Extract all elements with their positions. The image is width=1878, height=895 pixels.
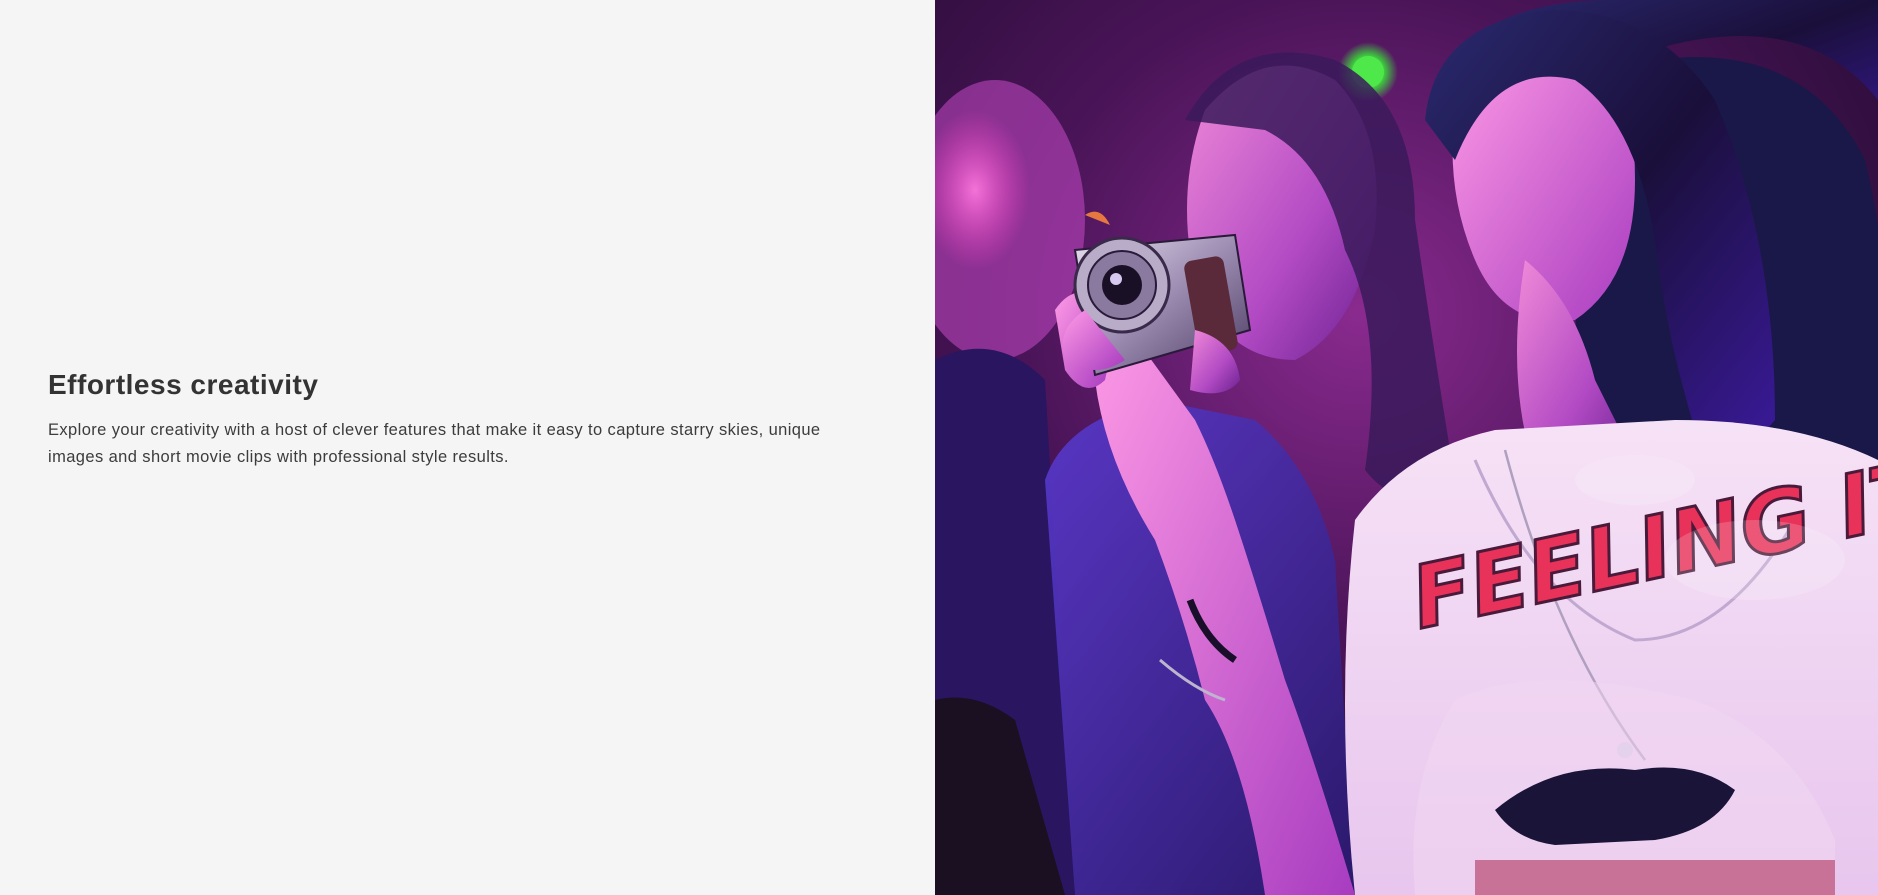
feature-description: Explore your creativity with a host of c… — [48, 421, 821, 466]
feature-text-panel: Effortless creativity Explore your creat… — [0, 0, 935, 895]
feature-title: Effortless creativity — [48, 369, 319, 400]
feature-section: Effortless creativity Explore your creat… — [0, 0, 1878, 895]
feature-photo: FEELING IT — [935, 0, 1878, 895]
feature-text-block: Effortless creativity Explore your creat… — [48, 367, 878, 471]
concert-photo-illustration: FEELING IT — [935, 0, 1878, 895]
